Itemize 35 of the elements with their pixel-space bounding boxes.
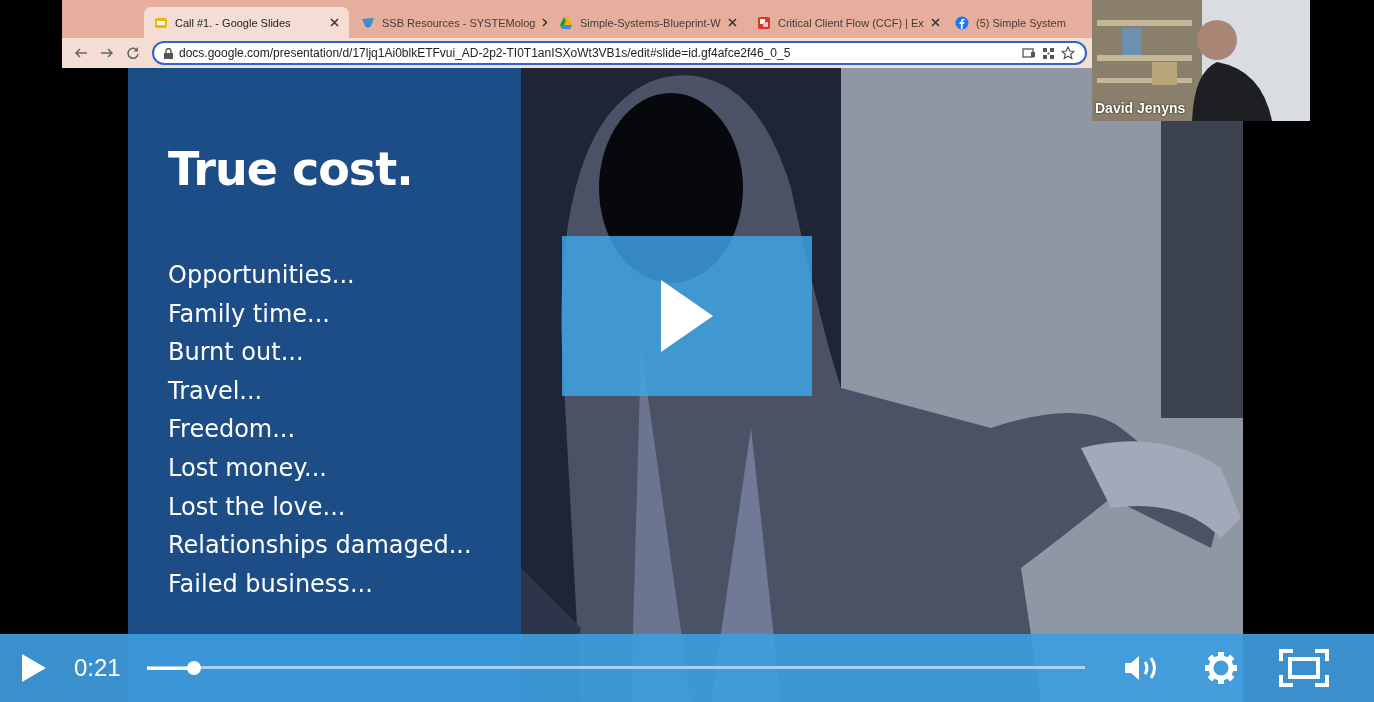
slide-bullet: Lost money...: [168, 452, 328, 484]
slide-bullet: Family time...: [168, 298, 331, 330]
play-button[interactable]: [22, 654, 46, 682]
play-icon: [661, 280, 713, 352]
browser-tab[interactable]: Critical Client Flow (CCF) | Ex: [747, 7, 943, 38]
fullscreen-button[interactable]: [1278, 649, 1329, 687]
forward-icon[interactable]: [100, 46, 114, 60]
browser-tab[interactable]: Simple-Systems-Blueprint-W: [549, 7, 745, 38]
slide-bullet: Failed business...: [168, 568, 374, 600]
browser-tab[interactable]: SSB Resources - SYSTEMolog: [351, 7, 547, 38]
slide-title: True cost.: [168, 142, 414, 196]
lock-icon: [164, 47, 173, 59]
address-bar[interactable]: docs.google.com/presentation/d/17ljq1Ai0blkETFvui_AD-2p2-TI0T1anISXoWt3VB1s/edit#slide=id.gf4afce2f46_0_5: [152, 41, 1087, 65]
triangle-icon: [559, 15, 573, 30]
play-button[interactable]: [562, 236, 812, 396]
settings-button[interactable]: [1202, 650, 1239, 686]
time-elapsed: 0:21: [74, 654, 121, 682]
slide-bullet: Lost the love...: [168, 491, 347, 523]
qr-code-icon[interactable]: [1042, 46, 1055, 60]
presentation-icon: [154, 15, 168, 30]
f-circle-icon: [955, 15, 969, 30]
browser-tab[interactable]: Call #1. - Google Slides: [144, 7, 349, 38]
slide-bullet: Opportunities...: [168, 260, 356, 291]
squares-icon: [757, 15, 771, 30]
browser-tab[interactable]: (5) Simple System: [945, 7, 1092, 38]
bird-icon: [361, 15, 375, 30]
slide-bullet: Relationships damaged...: [168, 530, 473, 562]
progress-handle[interactable]: [186, 661, 201, 675]
back-icon[interactable]: [74, 46, 88, 60]
cast-icon[interactable]: [1022, 47, 1036, 59]
reload-icon[interactable]: [126, 46, 140, 60]
slide-bullet: Travel...: [168, 375, 264, 407]
star-icon[interactable]: [1061, 46, 1075, 60]
slide-bullet: Burnt out...: [168, 337, 305, 369]
slide-bullet: Freedom...: [168, 414, 297, 446]
